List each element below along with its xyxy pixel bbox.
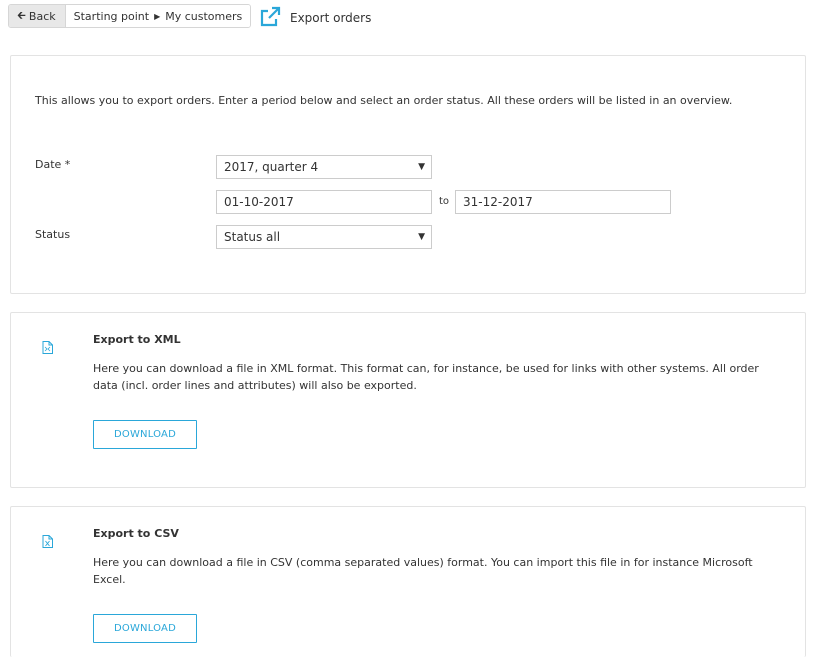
excel-file-icon bbox=[42, 535, 53, 548]
download-xml-button[interactable]: DOWNLOAD bbox=[93, 420, 197, 449]
dropdown-caret-icon: ▼ bbox=[418, 232, 425, 242]
date-from-input[interactable]: 01-10-2017 bbox=[216, 190, 432, 214]
caret-right-icon: ▶ bbox=[154, 11, 161, 21]
page-header: Export orders bbox=[259, 6, 371, 28]
to-label: to bbox=[439, 196, 450, 207]
breadcrumb: 🡰 Back Starting point ▶ My customers bbox=[8, 4, 252, 28]
breadcrumb-path: Starting point ▶ My customers bbox=[65, 5, 251, 27]
intro-text: This allows you to export orders. Enter … bbox=[35, 94, 733, 107]
xml-file-icon bbox=[42, 341, 53, 354]
export-xml-panel: Export to XML Here you can download a fi… bbox=[10, 312, 806, 488]
export-csv-title: Export to CSV bbox=[93, 527, 179, 540]
back-button[interactable]: 🡰 Back bbox=[9, 5, 66, 27]
export-xml-title: Export to XML bbox=[93, 333, 181, 346]
export-csv-description: Here you can download a file in CSV (com… bbox=[93, 556, 753, 586]
period-select[interactable]: 2017, quarter 4 ▼ bbox=[216, 155, 432, 179]
dropdown-caret-icon: ▼ bbox=[418, 162, 425, 172]
breadcrumb-starting-point[interactable]: Starting point bbox=[74, 10, 149, 23]
breadcrumb-my-customers[interactable]: My customers bbox=[165, 10, 242, 23]
date-label: Date * bbox=[35, 158, 71, 171]
page-title: Export orders bbox=[290, 11, 372, 25]
export-xml-description: Here you can download a file in XML form… bbox=[93, 362, 759, 392]
period-select-value: 2017, quarter 4 bbox=[224, 160, 319, 174]
arrow-left-icon: 🡰 bbox=[17, 8, 26, 22]
external-link-icon bbox=[260, 6, 281, 27]
status-label: Status bbox=[35, 228, 71, 241]
date-to-input[interactable]: 31-12-2017 bbox=[455, 190, 671, 214]
back-label: Back bbox=[28, 9, 56, 23]
download-csv-button[interactable]: DOWNLOAD bbox=[93, 614, 197, 643]
filter-panel: This allows you to export orders. Enter … bbox=[10, 55, 806, 294]
export-csv-panel: Export to CSV Here you can download a fi… bbox=[10, 506, 806, 657]
status-select[interactable]: Status all ▼ bbox=[216, 225, 432, 249]
status-select-value: Status all bbox=[224, 230, 281, 244]
top-navigation: 🡰 Back Starting point ▶ My customers bbox=[8, 4, 252, 28]
